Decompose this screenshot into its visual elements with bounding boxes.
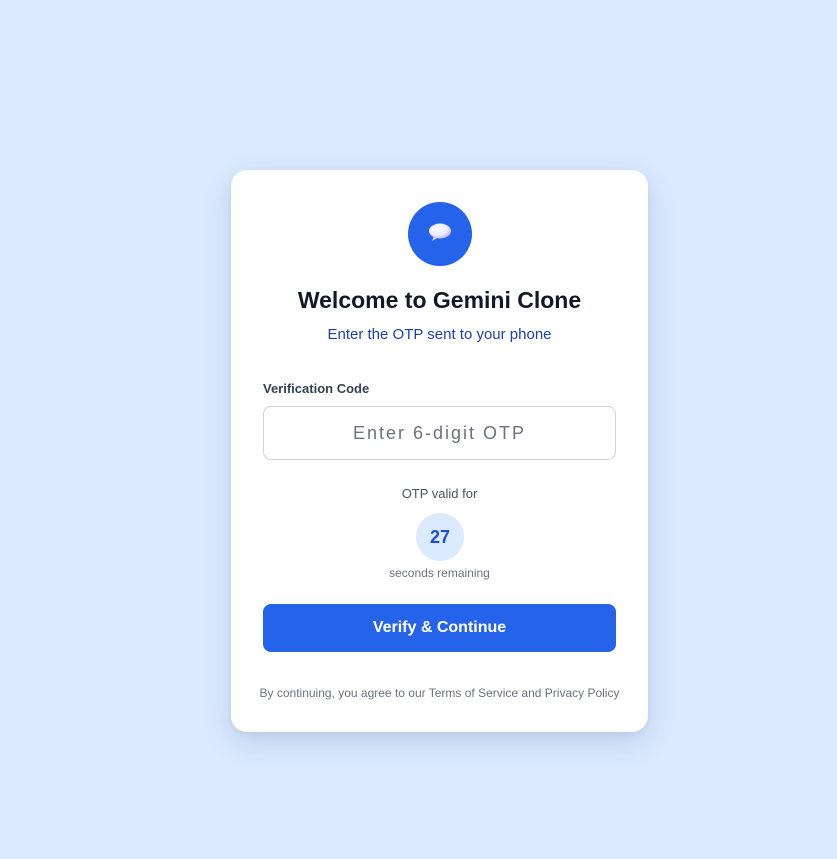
verify-button[interactable]: Verify & Continue [263,604,616,652]
timer-label: OTP valid for [401,486,478,501]
login-card: Welcome to Gemini Clone Enter the OTP se… [231,170,648,732]
terms-footer: By continuing, you agree to our Terms of… [259,686,620,700]
page-subtitle: Enter the OTP sent to your phone [327,326,552,343]
app-logo [408,202,472,266]
timer-unit-text: seconds remaining [389,566,490,580]
otp-input[interactable] [263,406,616,460]
otp-field-label: Verification Code [263,381,370,396]
chat-bubble-icon [428,222,452,247]
page-title: Welcome to Gemini Clone [297,287,582,313]
countdown-badge: 27 [416,513,464,561]
